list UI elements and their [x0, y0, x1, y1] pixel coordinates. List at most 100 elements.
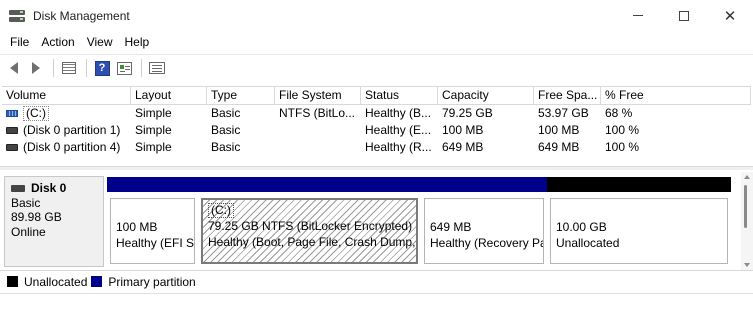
legend-label: Unallocated: [24, 274, 88, 289]
status-cell: Healthy (B...: [365, 106, 432, 120]
disk-list-button[interactable]: [59, 58, 79, 78]
percent-free-cell: 68 %: [605, 106, 633, 120]
pane-splitter[interactable]: [0, 166, 753, 170]
maximize-button[interactable]: [661, 0, 707, 31]
volume-list-icon: [149, 62, 165, 74]
disk-label[interactable]: Disk 0 Basic 89.98 GB Online: [4, 176, 104, 267]
disk-management-app-icon: [9, 8, 25, 24]
capacity-cell: 649 MB: [442, 140, 484, 154]
legend-item-unallocated: Unallocated: [7, 275, 87, 289]
type-cell: Basic: [211, 106, 241, 120]
volume-name: (Disk 0 partition 4): [23, 140, 121, 154]
toolbar: ?: [0, 54, 753, 81]
column-header-layout[interactable]: Layout: [131, 87, 207, 105]
minimize-icon: [633, 15, 643, 16]
free-space-cell: 53.97 GB: [538, 106, 589, 120]
status-cell: Healthy (R...: [365, 140, 432, 154]
table-row[interactable]: (Disk 0 partition 1) Simple Basic Health…: [2, 122, 751, 139]
status-cell: Healthy (E...: [365, 123, 432, 137]
table-header: Volume Layout Type File System Status Ca…: [2, 87, 751, 105]
partition-status: Healthy (EFI System Partition): [116, 236, 195, 250]
help-icon: ?: [94, 60, 110, 76]
partition-c[interactable]: (C:) 79.25 GB NTFS (BitLocker Encrypted)…: [198, 177, 421, 267]
title-bar: Disk Management ✕: [0, 0, 753, 31]
disk-list-icon: [62, 62, 76, 74]
layout-cell: Simple: [135, 106, 172, 120]
capacity-cell: 100 MB: [442, 123, 484, 137]
unallocated-swatch: [7, 276, 18, 287]
close-icon: ✕: [723, 7, 737, 25]
file-system-cell: NTFS (BitLo...: [279, 106, 356, 120]
partition-band: [421, 177, 547, 192]
menu-view[interactable]: View: [81, 31, 119, 53]
close-button[interactable]: ✕: [707, 0, 753, 31]
menu-action[interactable]: Action: [35, 31, 80, 53]
disk-icon: [11, 184, 25, 192]
scroll-up-icon[interactable]: [744, 175, 750, 179]
partition-band: [107, 177, 198, 192]
properties-icon: [116, 61, 132, 75]
layout-cell: Simple: [135, 123, 172, 137]
partition-band: [547, 177, 731, 192]
partition-recovery[interactable]: 649 MB Healthy (Recovery Partition): [421, 177, 547, 267]
legend: Unallocated Primary partition: [0, 270, 753, 292]
layout-cell: Simple: [135, 140, 172, 154]
status-bar: [0, 293, 753, 318]
toolbar-separator: [86, 59, 87, 77]
column-header-percent-free[interactable]: % Free: [601, 87, 751, 105]
partition-status: Healthy (Boot, Page File, Crash Dump, Ba…: [208, 235, 416, 249]
column-header-volume[interactable]: Volume: [2, 87, 131, 105]
drive-icon: [6, 127, 18, 134]
percent-free-cell: 100 %: [605, 123, 640, 137]
partition-unallocated[interactable]: 10.00 GB Unallocated: [547, 177, 731, 267]
file-system-cell: [275, 139, 361, 156]
partition-efi[interactable]: 100 MB Healthy (EFI System Partition): [107, 177, 198, 267]
forward-button[interactable]: [26, 58, 46, 78]
volume-table: Volume Layout Type File System Status Ca…: [2, 86, 751, 162]
partition-status: Unallocated: [556, 236, 620, 250]
back-arrow-icon: [10, 62, 18, 74]
system-drive-icon: [6, 110, 18, 117]
percent-free-cell: 100 %: [605, 140, 640, 154]
drive-icon: [6, 144, 18, 151]
menu-bar: File Action View Help: [0, 31, 753, 53]
column-header-capacity[interactable]: Capacity: [438, 87, 534, 105]
column-header-free-space[interactable]: Free Spa...: [534, 87, 601, 105]
minimize-button[interactable]: [615, 0, 661, 31]
partition-status: Healthy (Recovery Partition): [430, 236, 543, 250]
toolbar-separator: [141, 59, 142, 77]
partition-size: 10.00 GB: [556, 220, 607, 234]
partition-band: [198, 177, 421, 192]
help-button[interactable]: ?: [92, 58, 112, 78]
column-header-status[interactable]: Status: [361, 87, 438, 105]
column-header-file-system[interactable]: File System: [275, 87, 361, 105]
disk-size: 89.98 GB: [11, 210, 62, 224]
partition-size: 100 MB: [116, 220, 158, 234]
scroll-down-icon[interactable]: [744, 263, 750, 267]
table-row[interactable]: (C:) Simple Basic NTFS (BitLo... Healthy…: [2, 105, 751, 122]
partition-name: (C:): [208, 203, 234, 218]
file-system-cell: [275, 122, 361, 139]
maximize-icon: [679, 10, 689, 21]
legend-item-primary: Primary partition: [91, 274, 196, 289]
forward-arrow-icon: [32, 62, 40, 74]
free-space-cell: 649 MB: [538, 140, 580, 154]
menu-file[interactable]: File: [4, 31, 35, 53]
properties-button[interactable]: [114, 58, 134, 78]
menu-help[interactable]: Help: [119, 31, 156, 53]
vertical-scrollbar[interactable]: [741, 172, 753, 270]
scroll-thumb[interactable]: [744, 185, 747, 228]
toolbar-separator: [53, 59, 54, 77]
table-row[interactable]: (Disk 0 partition 4) Simple Basic Health…: [2, 139, 751, 156]
free-space-cell: 100 MB: [538, 123, 580, 137]
window-title: Disk Management: [33, 8, 130, 23]
capacity-cell: 79.25 GB: [442, 106, 493, 120]
back-button[interactable]: [4, 58, 24, 78]
volume-name: (C:): [23, 106, 49, 121]
disk-state: Online: [11, 224, 46, 239]
disk-type: Basic: [11, 195, 41, 210]
column-header-type[interactable]: Type: [207, 87, 275, 105]
primary-partition-swatch: [91, 276, 103, 287]
volume-list-button[interactable]: [147, 58, 167, 78]
legend-label: Primary partition: [108, 274, 196, 289]
